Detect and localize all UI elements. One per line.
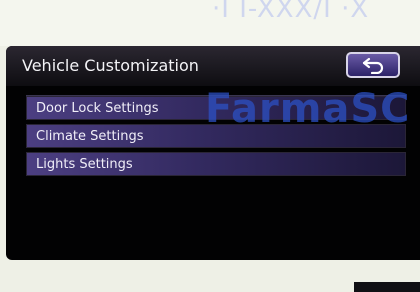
page-title: Vehicle Customization [22,56,199,75]
image-code-tag [354,282,420,292]
watermark-text: FarmaSC [205,86,411,132]
menu-item-label: Climate Settings [36,128,144,144]
title-bar: Vehicle Customization [6,46,420,86]
menu-item-label: Lights Settings [36,156,133,172]
return-arrow-icon [362,57,384,74]
top-strip: ·I I-XXX/I ·X [0,0,420,46]
back-button[interactable] [346,52,400,78]
menu-item-label: Door Lock Settings [36,100,159,116]
menu-item-lights-settings[interactable]: Lights Settings [26,152,406,176]
top-watermark-text: ·I I-XXX/I ·X [212,0,370,24]
display-screen: Vehicle Customization Door Lock Settings… [6,46,420,260]
